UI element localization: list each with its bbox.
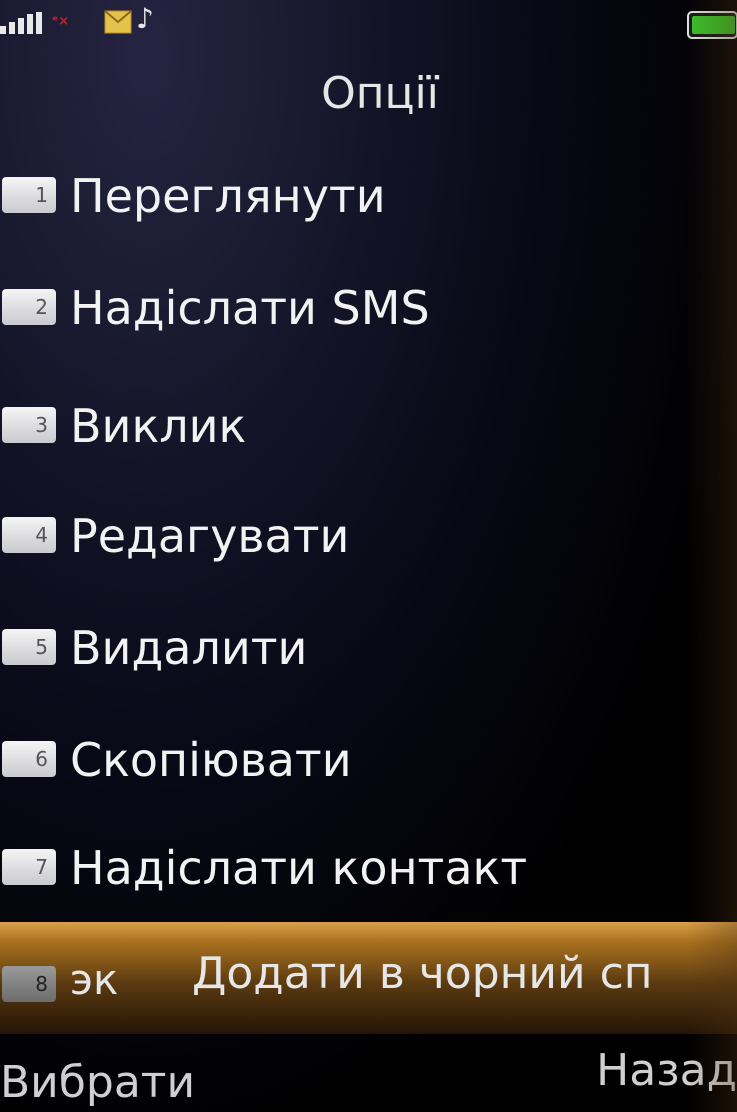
signal-bars-icon: [0, 12, 44, 34]
menu-number-badge: 7: [2, 849, 56, 885]
menu-item-label: Видалити: [70, 621, 308, 675]
menu-number-badge: 1: [2, 177, 56, 213]
page-title: Опції: [321, 68, 439, 119]
menu-number-badge: 4: [2, 517, 56, 553]
menu-item-label: Редагувати: [70, 509, 350, 563]
menu-item-scroll-prefix: эк: [70, 955, 119, 1004]
menu-number-badge: 5: [2, 629, 56, 665]
select-softkey[interactable]: Вибрати: [0, 1054, 260, 1112]
no-signal-icon: ᵉ×: [52, 14, 70, 29]
menu-number-badge: 3: [2, 407, 56, 443]
menu-number-badge: 6: [2, 741, 56, 777]
music-note-icon: ♪: [136, 2, 154, 35]
menu-item-edit[interactable]: 4 Редагувати: [0, 494, 737, 578]
phone-screen: ᵉ× ♪ Опції 1 Переглянути 2 Надіслати SMS…: [0, 0, 737, 1112]
menu-item-copy[interactable]: 6 Скопіювати: [0, 718, 737, 802]
menu-item-delete[interactable]: 5 Видалити: [0, 606, 737, 690]
menu-item-label: Виклик: [70, 399, 247, 453]
menu-item-label: Скопіювати: [70, 733, 352, 787]
menu-item-label: Додати в чорний сп: [192, 948, 653, 999]
menu-item-label: Надіслати SMS: [70, 281, 430, 335]
menu-item-view[interactable]: 1 Переглянути: [0, 154, 737, 238]
menu-number-badge: 2: [2, 289, 56, 325]
menu-item-send-sms[interactable]: 2 Надіслати SMS: [0, 266, 737, 350]
back-softkey[interactable]: Назад: [560, 1042, 737, 1100]
menu-item-add-to-blacklist[interactable]: 8 эк Додати в чорний сп: [0, 922, 737, 1034]
status-bar: ᵉ× ♪: [0, 0, 737, 46]
envelope-icon: [104, 10, 132, 34]
menu-item-call[interactable]: 3 Виклик: [0, 384, 737, 468]
menu-item-label: Надіслати контакт: [70, 841, 528, 895]
menu-item-label: Переглянути: [70, 169, 386, 223]
menu-item-send-contact[interactable]: 7 Надіслати контакт: [0, 826, 737, 910]
menu-number-badge: 8: [2, 966, 56, 1002]
battery-icon: [687, 11, 737, 39]
